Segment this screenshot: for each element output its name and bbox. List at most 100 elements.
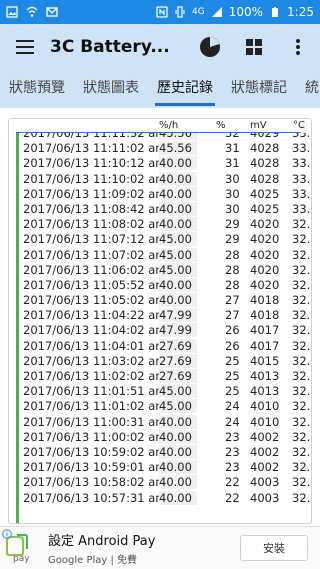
table-row[interactable]: 2017/06/13 10:57:31 am40.00 22 4003 32.0 <box>9 490 311 506</box>
cell-temperature: 32.0 <box>292 384 311 399</box>
cell-time: 2017/06/13 11:11:02 am <box>23 141 167 156</box>
table-row[interactable]: 2017/06/13 11:05:52 am40.00 28 4020 32.0 <box>9 277 311 293</box>
cell-temperature: 32.0 <box>292 490 311 505</box>
cell-time: 2017/06/13 11:09:02 am <box>23 186 167 201</box>
cell-temperature: 32.0 <box>292 293 311 308</box>
info-icon[interactable] <box>2 529 12 539</box>
cell-temperature: 32.0 <box>292 338 311 353</box>
cell-rate: 27.69 <box>159 369 197 383</box>
cell-rate: 40.00 <box>159 201 197 216</box>
table-row[interactable]: 2017/06/13 11:01:02 am45.00 24 4010 32.0 <box>9 399 311 414</box>
vibrate-icon <box>175 6 185 18</box>
cell-percent: 26 <box>225 338 240 353</box>
table-row[interactable]: 2017/06/13 11:03:02 am27.69 25 4015 32.0 <box>9 353 311 369</box>
install-button[interactable]: 安裝 <box>240 535 308 561</box>
header-rate: %/h <box>159 120 179 131</box>
table-row[interactable]: 2017/06/13 10:59:02 am40.00 23 4002 32.0 <box>9 444 311 460</box>
cell-temperature: 32.0 <box>292 369 311 383</box>
cell-temperature: 32.0 <box>292 277 311 292</box>
cell-rate: 40.00 <box>159 186 197 201</box>
cell-temperature: 32.0 <box>292 414 311 429</box>
cell-millivolts: 4002 <box>250 444 280 459</box>
cell-rate: 45.56 <box>159 141 197 156</box>
cell-millivolts: 4025 <box>250 201 280 216</box>
signal-icon <box>211 7 222 17</box>
cell-time: 2017/06/13 11:05:02 am <box>23 293 167 308</box>
cell-time: 2017/06/13 11:05:52 am <box>23 277 167 292</box>
table-row[interactable]: 2017/06/13 11:10:12 am40.00 31 4028 33.0 <box>9 156 311 171</box>
table-row[interactable]: 2017/06/13 10:59:01 am40.00 23 4002 32.0 <box>9 460 311 475</box>
tab-status-chart[interactable]: 狀態圖表 <box>74 70 148 108</box>
table-row[interactable]: 2017/06/13 11:01:51 am45.00 25 4013 32.0 <box>9 384 311 399</box>
overflow-menu-button[interactable] <box>276 24 320 70</box>
app-bar: 3C Battery... <box>0 24 320 70</box>
table-row[interactable]: 2017/06/13 11:09:02 am40.00 30 4025 33.0 <box>9 186 311 202</box>
table-row[interactable]: 2017/06/13 11:07:02 am45.00 28 4020 32.0 <box>9 247 311 263</box>
cell-temperature: 33.0 <box>292 201 311 216</box>
history-panel: 2017/06/13 11:11:32 am45.5632402933.0201… <box>0 108 320 526</box>
cell-temperature: 32.0 <box>292 429 311 444</box>
cell-percent: 29 <box>225 232 240 247</box>
history-list[interactable]: 2017/06/13 11:11:32 am45.5632402933.0201… <box>9 126 311 506</box>
battery-icon <box>272 7 279 17</box>
tab-history[interactable]: 歷史記錄 <box>148 70 222 108</box>
cell-percent: 28 <box>225 247 240 262</box>
cell-temperature: 32.0 <box>292 232 311 247</box>
cell-millivolts: 4017 <box>250 323 280 338</box>
cell-rate: 45.00 <box>159 247 197 262</box>
chart-button[interactable] <box>188 24 232 70</box>
nfc-icon <box>156 6 168 18</box>
table-row[interactable]: 2017/06/13 11:11:02 am45.56 31 4028 33.0 <box>9 141 311 156</box>
battery-percent: 100% <box>228 5 264 19</box>
cell-millivolts: 4003 <box>250 490 280 505</box>
table-row[interactable]: 2017/06/13 11:00:31 am40.00 24 4010 32.0 <box>9 414 311 430</box>
cell-time: 2017/06/13 11:08:42 am <box>23 201 167 216</box>
table-row[interactable]: 2017/06/13 11:07:12 am45.00 29 4020 32.0 <box>9 232 311 247</box>
cell-millivolts: 4028 <box>250 156 280 171</box>
cell-time: 2017/06/13 11:01:51 am <box>23 384 167 399</box>
status-bar: 4G 100% 1:25 <box>0 0 320 24</box>
ad-banner[interactable]: pay 設定 Android Pay Google Play | 免費 安裝 <box>0 526 320 569</box>
cell-rate: 40.00 <box>159 429 197 444</box>
cell-rate: 45.00 <box>159 384 197 399</box>
table-row[interactable]: 2017/06/13 11:04:22 am47.99 27 4018 32.0 <box>9 308 311 323</box>
cell-time: 2017/06/13 11:00:02 am <box>23 429 167 444</box>
table-row[interactable]: 2017/06/13 11:02:02 am27.69 25 4013 32.0 <box>9 369 311 384</box>
table-row[interactable]: 2017/06/13 11:05:02 am40.00 27 4018 32.0 <box>9 293 311 308</box>
cell-rate: 47.99 <box>159 323 197 338</box>
tab-statistics[interactable]: 統 <box>296 70 320 108</box>
menu-button[interactable] <box>0 24 50 70</box>
tab-status-preview[interactable]: 狀態預覽 <box>0 70 74 108</box>
cell-rate: 40.00 <box>159 414 197 429</box>
cell-temperature: 32.0 <box>292 217 311 232</box>
table-row[interactable]: 2017/06/13 11:10:02 am40.00 30 4028 33.0 <box>9 171 311 187</box>
cell-percent: 25 <box>225 384 240 399</box>
table-row[interactable]: 2017/06/13 10:58:02 am40.00 22 4003 32.0 <box>9 475 311 490</box>
pie-chart-icon <box>200 37 220 57</box>
table-row[interactable]: 2017/06/13 11:04:01 am27.69 26 4017 32.0 <box>9 338 311 354</box>
cell-temperature: 32.0 <box>292 399 311 414</box>
image-icon <box>6 6 18 18</box>
cell-temperature: 33.0 <box>292 156 311 171</box>
tab-status-markers[interactable]: 狀態標記 <box>222 70 296 108</box>
table-row[interactable]: 2017/06/13 11:06:02 am45.00 28 4020 32.0 <box>9 262 311 278</box>
cell-millivolts: 4010 <box>250 414 280 429</box>
history-card[interactable]: 2017/06/13 11:11:32 am45.5632402933.0201… <box>8 118 312 524</box>
cell-rate: 40.00 <box>159 475 197 490</box>
cell-percent: 28 <box>225 277 240 292</box>
cell-percent: 22 <box>225 475 240 490</box>
cell-millivolts: 4018 <box>250 293 280 308</box>
cell-millivolts: 4013 <box>250 369 280 383</box>
tab-bar: 狀態預覽 狀態圖表 歷史記錄 狀態標記 統 <box>0 70 320 108</box>
cell-temperature: 32.0 <box>292 308 311 323</box>
cell-time: 2017/06/13 10:59:02 am <box>23 444 167 459</box>
table-row[interactable]: 2017/06/13 11:00:02 am40.00 23 4002 32.0 <box>9 429 311 445</box>
more-vert-icon <box>296 39 300 55</box>
table-row[interactable]: 2017/06/13 11:04:02 am47.99 26 4017 32.0 <box>9 323 311 338</box>
cell-percent: 23 <box>225 429 240 444</box>
grid-view-button[interactable] <box>232 24 276 70</box>
cell-percent: 29 <box>225 217 240 232</box>
table-row[interactable]: 2017/06/13 11:08:02 am40.00 29 4020 32.0 <box>9 217 311 232</box>
table-row[interactable]: 2017/06/13 11:08:42 am40.00 30 4025 33.0 <box>9 201 311 217</box>
cell-temperature: 32.0 <box>292 353 311 368</box>
